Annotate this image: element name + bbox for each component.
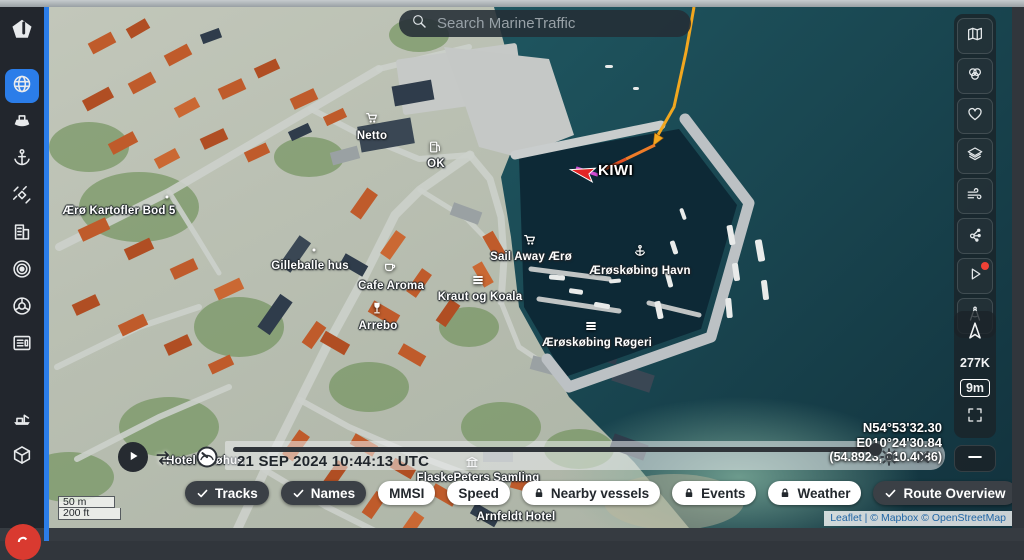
help-icon xyxy=(13,532,33,552)
port-calls-icon xyxy=(11,407,33,434)
building-icon xyxy=(11,221,33,248)
toggle-label: Speed xyxy=(458,486,499,501)
elevation-badge: 9m xyxy=(960,379,990,397)
satellite-icon xyxy=(11,184,33,211)
toggle-label: MMSI xyxy=(389,486,424,501)
map-canvas[interactable]: Ærø Kartofler Bod 5NettoOKGilleballe hus… xyxy=(49,7,1012,528)
globe-icon xyxy=(11,73,33,100)
ship-icon xyxy=(11,110,33,137)
settings-gear-icon[interactable] xyxy=(879,447,899,467)
mt-logo-icon xyxy=(9,17,35,48)
map-tool-wind-button[interactable] xyxy=(957,178,993,214)
sidebar-item-radar[interactable] xyxy=(5,254,39,288)
search-icon xyxy=(411,13,427,34)
sidebar-item-news[interactable] xyxy=(5,328,39,362)
venn-icon xyxy=(966,65,984,88)
sidebar-item-globe[interactable] xyxy=(5,69,39,103)
map-tool-heart-button[interactable] xyxy=(957,98,993,134)
map-tool-layers-button[interactable] xyxy=(957,138,993,174)
search-bar[interactable] xyxy=(399,10,691,37)
notification-dot xyxy=(981,262,989,270)
news-icon xyxy=(11,332,33,359)
lock-icon xyxy=(533,487,545,499)
heart-icon xyxy=(966,105,984,128)
left-sidebar xyxy=(0,7,44,528)
scale-imperial: 200 ft xyxy=(58,508,121,520)
compare-arrows-icon[interactable] xyxy=(154,448,174,468)
toggle-route-overview[interactable]: Route Overview xyxy=(873,481,1012,505)
check-icon xyxy=(292,487,305,500)
toggle-label: Events xyxy=(701,486,745,501)
vessel-label[interactable]: KIWI xyxy=(598,162,633,179)
map-tools-panel xyxy=(954,14,996,338)
lock-icon xyxy=(683,487,695,499)
north-arrow-icon[interactable] xyxy=(964,320,986,347)
minus-icon xyxy=(965,447,985,470)
sidebar-item-cube[interactable] xyxy=(5,440,39,474)
toggle-label: Nearby vessels xyxy=(551,486,649,501)
scale-control: 50 m 200 ft xyxy=(58,496,121,520)
sidebar-item-port-calls[interactable] xyxy=(5,403,39,437)
fullscreen-icon[interactable] xyxy=(966,406,984,429)
timeline-track[interactable] xyxy=(233,447,875,452)
timeline-timestamp: 21 SEP 2024 10:44:13 UTC xyxy=(237,453,429,470)
help-button[interactable] xyxy=(5,524,41,560)
sidebar-map-divider xyxy=(44,7,49,541)
check-icon xyxy=(884,487,897,500)
map-tool-map-book-button[interactable] xyxy=(957,18,993,54)
play-icon xyxy=(124,447,142,468)
sidebar-item-building[interactable] xyxy=(5,217,39,251)
sidebar-item-satellite[interactable] xyxy=(5,180,39,214)
map-tool-network-button[interactable] xyxy=(957,218,993,254)
wind-icon xyxy=(966,185,984,208)
zoom-out-button[interactable] xyxy=(954,445,996,472)
radar-icon xyxy=(11,258,33,285)
sidebar-item-ship[interactable] xyxy=(5,106,39,140)
map-attribution[interactable]: Leaflet | © Mapbox © OpenStreetMap xyxy=(824,511,1012,526)
toggle-label: Names xyxy=(311,486,355,501)
playback-play-button[interactable] xyxy=(118,442,148,472)
sidebar-item-anchor[interactable] xyxy=(5,143,39,177)
toggle-nearby-vessels[interactable]: Nearby vessels xyxy=(522,481,660,505)
anchor-icon xyxy=(11,147,33,174)
layers-icon xyxy=(966,145,984,168)
search-input[interactable] xyxy=(435,14,679,33)
network-icon xyxy=(966,225,984,248)
window-bottom-edge xyxy=(0,528,1024,541)
toggle-label: Route Overview xyxy=(903,486,1005,501)
toggle-mmsi[interactable]: MMSI xyxy=(378,481,435,505)
toggle-tracks[interactable]: Tracks xyxy=(185,481,269,505)
toggle-events[interactable]: Events xyxy=(672,481,756,505)
map-tool-play-button[interactable] xyxy=(957,258,993,294)
playback-speed-icon[interactable] xyxy=(195,445,219,469)
toggle-label: Tracks xyxy=(215,486,258,501)
nav-panel: 277K 9m xyxy=(954,311,996,438)
sidebar-item-mt-logo[interactable] xyxy=(5,17,39,47)
window-top-edge xyxy=(0,0,1024,7)
toggle-speed[interactable]: Speed xyxy=(447,481,510,505)
toggle-weather[interactable]: Weather xyxy=(768,481,861,505)
aperture-icon xyxy=(11,295,33,322)
map-tool-venn-button[interactable] xyxy=(957,58,993,94)
toggle-label: Weather xyxy=(797,486,850,501)
toggle-names[interactable]: Names xyxy=(281,481,366,505)
sidebar-item-aperture[interactable] xyxy=(5,291,39,325)
layer-toggles: Tracks Names MMSI Speed Nearby vessels Events… xyxy=(185,481,1012,505)
latitude-dms: N54°53'32.30 xyxy=(829,420,942,435)
cube-icon xyxy=(11,444,33,471)
check-icon xyxy=(196,487,209,500)
views-count: 277K xyxy=(960,356,990,370)
close-icon[interactable] xyxy=(913,447,933,467)
lock-icon xyxy=(779,487,791,499)
map-book-icon xyxy=(966,25,984,48)
